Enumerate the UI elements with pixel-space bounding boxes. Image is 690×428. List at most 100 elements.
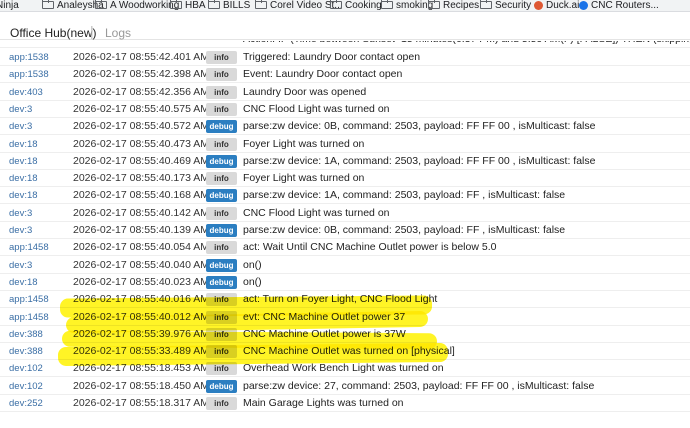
log-message: on() <box>243 259 262 271</box>
log-timestamp: 2026-02-17 08:55:18.317 AM <box>73 397 210 409</box>
log-source-link[interactable]: dev:18 <box>9 173 38 184</box>
log-level-badge: info <box>206 207 237 220</box>
log-timestamp: 2026-02-17 08:55:40.139 AM <box>73 224 210 236</box>
log-level-badge: info <box>206 86 237 99</box>
log-message: Foyer Light was turned on <box>243 172 365 184</box>
log-source-link[interactable]: dev:102 <box>9 381 43 392</box>
log-source-link[interactable]: app:1458 <box>9 294 49 305</box>
log-source-link[interactable]: app:1538 <box>9 69 49 80</box>
log-source-link[interactable]: dev:388 <box>9 329 43 340</box>
folder-icon <box>208 0 220 9</box>
log-message: Overhead Work Bench Light was turned on <box>243 362 444 374</box>
log-message: CNC Flood Light was turned on <box>243 207 390 219</box>
log-row: app:1538 2026-02-17 08:55:42.401 AM info Tr… <box>0 49 690 66</box>
log-row: dev:18 2026-02-17 08:55:40.168 AM debug par… <box>0 187 690 204</box>
log-timestamp: 2026-02-17 08:55:40.142 AM <box>73 207 210 219</box>
log-level-badge: info <box>206 103 237 116</box>
folder-icon <box>170 0 182 9</box>
log-level-badge: info <box>206 172 237 185</box>
log-source-link[interactable]: dev:388 <box>9 346 43 357</box>
log-source-link[interactable]: app:1458 <box>9 312 49 323</box>
log-row: dev:102 2026-02-17 08:55:18.450 AM debug pa… <box>0 378 690 395</box>
log-timestamp: 2026-02-17 08:55:42.401 AM <box>73 51 210 63</box>
log-source-link[interactable]: dev:18 <box>9 277 38 288</box>
log-source-link[interactable]: dev:3 <box>9 104 32 115</box>
bookmark-label: CNC Routers... <box>591 0 659 11</box>
globe-icon <box>579 0 588 10</box>
log-message: Main Garage Lights was turned on <box>243 397 404 409</box>
log-row: dev:252 2026-02-17 08:55:18.317 AM info Mai… <box>0 395 690 412</box>
log-source-link[interactable]: dev:403 <box>9 87 43 98</box>
log-row: dev:18 2026-02-17 08:55:40.469 AM debug par… <box>0 153 690 170</box>
log-level-badge: info <box>206 138 237 151</box>
log-message: Foyer Light was turned on <box>243 138 365 150</box>
log-source-link[interactable]: dev:3 <box>9 121 32 132</box>
bookmark-item[interactable]: Security <box>480 0 531 11</box>
log-timestamp: 2026-02-17 08:55:40.473 AM <box>73 138 210 150</box>
log-row: dev:403 2026-02-17 08:55:42.356 AM info Lau… <box>0 84 690 101</box>
log-source-link[interactable]: dev:3 <box>9 208 32 219</box>
bookmarks-bar: NinjaAnaleyshaA WoodworkingHBABILLSCorel… <box>0 0 690 12</box>
bookmark-item[interactable]: Recipes <box>428 0 479 11</box>
log-row: dev:3 2026-02-17 08:55:40.572 AM debug pars… <box>0 118 690 135</box>
folder-icon <box>255 0 267 9</box>
log-row: dev:18 2026-02-17 08:55:40.473 AM info Foye… <box>0 136 690 153</box>
log-level-badge: debug <box>206 155 237 168</box>
bookmark-item[interactable]: HBA <box>170 0 206 11</box>
log-source-link[interactable]: app:1538 <box>9 52 49 63</box>
log-source-link[interactable]: dev:252 <box>9 398 43 409</box>
log-level-badge: debug <box>206 224 237 237</box>
log-row: dev:3 2026-02-17 08:55:40.040 AM debug on() <box>0 257 690 274</box>
header-separator: | <box>90 23 94 39</box>
folder-icon <box>330 0 342 9</box>
log-row: dev:18 2026-02-17 08:55:40.023 AM debug on(… <box>0 274 690 291</box>
bookmark-item[interactable]: Duck.ai <box>534 0 579 11</box>
log-message: act: Wait Until CNC Machine Outlet power… <box>243 241 497 253</box>
bookmark-item[interactable]: smoking <box>381 0 433 11</box>
folder-icon <box>480 0 492 9</box>
log-level-badge: info <box>206 68 237 81</box>
bookmark-label: Security <box>495 0 532 11</box>
log-timestamp: 2026-02-17 08:55:18.450 AM <box>73 380 210 392</box>
log-source-link[interactable]: dev:3 <box>9 225 32 236</box>
log-row-partial: Action: IF (Time between Sunset+15 minut… <box>0 41 690 48</box>
log-row: dev:3 2026-02-17 08:55:40.142 AM info CNC F… <box>0 205 690 222</box>
log-row: app:1458 2026-02-17 08:55:40.054 AM info ac… <box>0 239 690 256</box>
log-source-link[interactable]: dev:3 <box>9 260 32 271</box>
log-message: parse:zw device: 0B, command: 2503, payl… <box>243 120 596 132</box>
log-message: Event: Laundry Door contact open <box>243 68 403 80</box>
log-message: parse:zw device: 27, command: 2503, payl… <box>243 380 595 392</box>
bookmark-label: Recipes <box>443 0 480 11</box>
bookmark-label: Ninja <box>0 0 19 11</box>
log-source-link[interactable]: dev:18 <box>9 190 38 201</box>
bookmark-item[interactable]: Ninja <box>0 0 19 11</box>
log-timestamp: 2026-02-17 08:55:40.040 AM <box>73 259 210 271</box>
log-level-badge: debug <box>206 380 237 393</box>
log-row: dev:3 2026-02-17 08:55:40.575 AM info CNC F… <box>0 101 690 118</box>
log-row: dev:18 2026-02-17 08:55:40.173 AM info Foye… <box>0 170 690 187</box>
log-message: Action: IF (Time between Sunset+15 minut… <box>243 41 690 45</box>
log-message: parse:zw device: 0B, command: 2503, payl… <box>243 224 566 236</box>
log-source-link[interactable]: app:1458 <box>9 242 49 253</box>
hub-title[interactable]: Office Hub(new) <box>10 26 96 40</box>
log-level-badge: debug <box>206 120 237 133</box>
log-timestamp: 2026-02-17 08:55:40.054 AM <box>73 241 210 253</box>
log-level-badge: info <box>206 397 237 410</box>
log-source-link[interactable]: dev:18 <box>9 139 38 150</box>
log-message: parse:zw device: 1A, command: 2503, payl… <box>243 155 596 167</box>
bookmark-item[interactable]: Cooking <box>330 0 382 11</box>
folder-icon <box>95 0 107 9</box>
log-source-link[interactable]: dev:102 <box>9 363 43 374</box>
log-timestamp: 2026-02-17 08:55:42.356 AM <box>73 86 210 98</box>
log-row: app:1538 2026-02-17 08:55:42.398 AM info Ev… <box>0 66 690 83</box>
bookmark-item[interactable]: BILLS <box>208 0 250 11</box>
log-timestamp: 2026-02-17 08:55:40.469 AM <box>73 155 210 167</box>
bookmark-item[interactable]: A Woodworking <box>95 0 179 11</box>
log-source-link[interactable]: dev:18 <box>9 156 38 167</box>
log-level-badge: debug <box>206 259 237 272</box>
log-message: parse:zw device: 1A, command: 2503, payl… <box>243 189 566 201</box>
bookmark-label: Duck.ai <box>546 0 580 11</box>
bookmark-label: HBA <box>185 0 206 11</box>
bookmark-item[interactable]: CNC Routers... <box>579 0 659 11</box>
log-message: CNC Flood Light was turned on <box>243 103 390 115</box>
